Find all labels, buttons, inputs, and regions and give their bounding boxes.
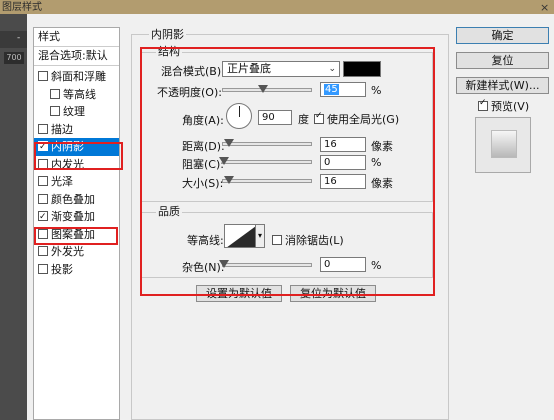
host-minus-icon[interactable]: - bbox=[17, 33, 20, 43]
style-item[interactable]: 纹理 bbox=[34, 103, 119, 121]
style-item[interactable]: 斜面和浮雕 bbox=[34, 68, 119, 86]
divider bbox=[34, 65, 119, 66]
style-item-checkbox[interactable] bbox=[38, 263, 48, 274]
preview-checkbox[interactable] bbox=[478, 98, 488, 111]
annotation-box-inner-shadow bbox=[34, 142, 123, 170]
style-item-label: 颜色叠加 bbox=[51, 192, 95, 206]
reset-button[interactable]: 复位 bbox=[456, 52, 549, 69]
style-item[interactable]: 外发光 bbox=[34, 243, 119, 261]
style-item-label: 等高线 bbox=[63, 87, 96, 101]
new-style-button[interactable]: 新建样式(W)... bbox=[456, 77, 549, 94]
style-item-checkbox[interactable] bbox=[38, 123, 48, 134]
annotation-box-panel bbox=[140, 47, 435, 296]
style-item[interactable]: 颜色叠加 bbox=[34, 191, 119, 209]
style-item-checkbox[interactable] bbox=[38, 176, 48, 186]
style-item-checkbox[interactable] bbox=[50, 106, 60, 116]
style-item[interactable]: 描边 bbox=[34, 121, 119, 139]
ok-button[interactable]: 确定 bbox=[456, 27, 549, 44]
preview-checkbox-row[interactable]: 预览(V) bbox=[478, 98, 529, 114]
blending-options-item[interactable]: 混合选项:默认 bbox=[34, 47, 119, 65]
close-icon[interactable]: × bbox=[540, 1, 549, 14]
style-item[interactable]: 光泽 bbox=[34, 173, 119, 191]
style-item-checkbox[interactable] bbox=[38, 193, 48, 204]
annotation-box-gradient-overlay bbox=[34, 227, 118, 245]
style-item[interactable]: 渐变叠加 bbox=[34, 208, 119, 226]
style-list: 样式 混合选项:默认 斜面和浮雕等高线纹理描边内阴影内发光光泽颜色叠加渐变叠加图… bbox=[33, 27, 120, 420]
window-title: 图层样式 bbox=[2, 2, 42, 13]
host-toolbar bbox=[0, 31, 27, 48]
style-item-checkbox[interactable] bbox=[38, 71, 48, 81]
style-item-label: 斜面和浮雕 bbox=[51, 70, 106, 83]
style-item-label: 光泽 bbox=[51, 175, 73, 188]
panel-title: 内阴影 bbox=[149, 26, 186, 42]
style-item-checkbox[interactable] bbox=[38, 246, 48, 256]
host-ruler-number: 700 bbox=[4, 52, 24, 64]
style-item[interactable]: 投影 bbox=[34, 261, 119, 279]
style-item-checkbox[interactable] bbox=[50, 88, 60, 99]
preview-label: 预览(V) bbox=[491, 100, 530, 113]
style-item-label: 纹理 bbox=[63, 105, 85, 118]
title-bar bbox=[0, 0, 554, 14]
style-item-label: 渐变叠加 bbox=[51, 210, 95, 223]
host-app-panel bbox=[0, 14, 27, 420]
style-item-checkbox[interactable] bbox=[38, 208, 48, 226]
style-item-label: 外发光 bbox=[51, 245, 84, 258]
preview-swatch bbox=[491, 130, 517, 158]
style-item[interactable]: 等高线 bbox=[34, 86, 119, 104]
styles-header[interactable]: 样式 bbox=[34, 28, 119, 46]
style-item-label: 投影 bbox=[51, 262, 73, 276]
style-item-label: 描边 bbox=[51, 122, 73, 136]
